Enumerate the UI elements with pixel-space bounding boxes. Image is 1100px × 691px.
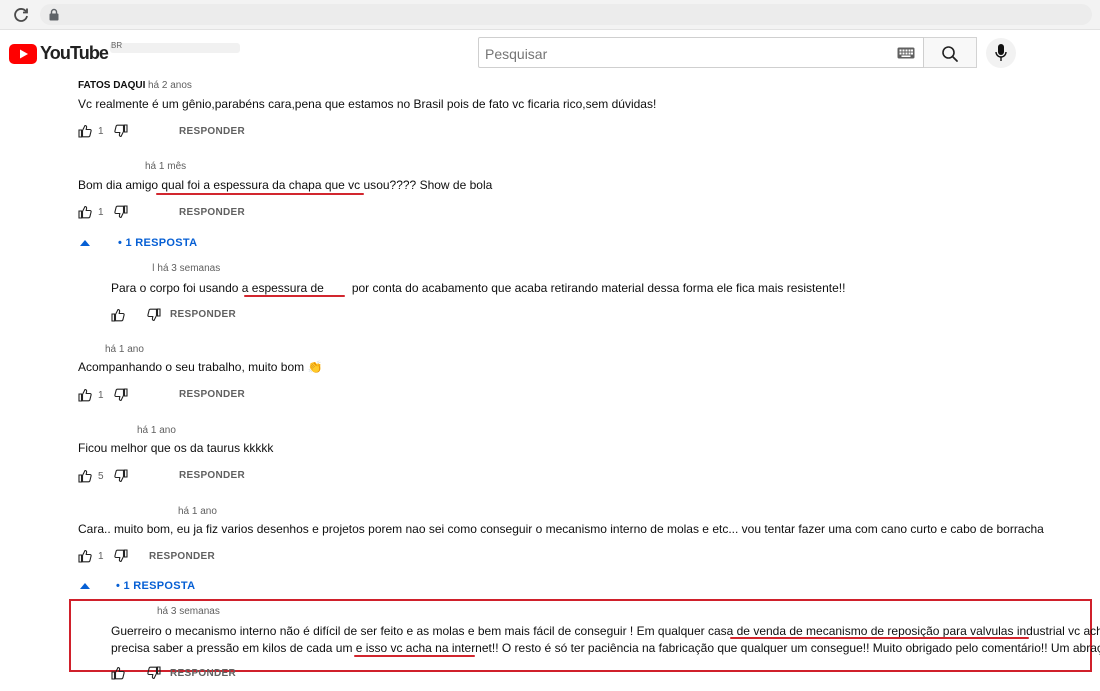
comment-time[interactable]: há 2 anos [148,80,192,91]
dislike-icon[interactable] [114,388,128,402]
reply-button[interactable]: RESPONDER [170,309,236,320]
annotation-underline [730,637,1029,639]
like-count: 1 [98,389,104,401]
address-bar[interactable] [40,4,1092,25]
dislike-icon[interactable] [147,666,161,680]
comment-time[interactable]: há 3 semanas [157,606,220,617]
like-icon[interactable] [78,549,92,563]
reply-button[interactable]: RESPONDER [149,551,215,562]
reply-button[interactable]: RESPONDER [170,668,236,679]
like-icon[interactable] [111,308,125,322]
comment-text: precisa saber a pressão em kilos de cada… [111,640,1100,657]
annotation-underline [244,295,345,297]
keyboard-icon[interactable] [897,47,915,59]
chevron-up-icon [80,240,90,246]
replies-count: • 1 RESPOSTA [116,580,196,592]
lock-icon [49,8,59,21]
replies-count: • 1 RESPOSTA [118,237,198,249]
comment-actions [111,307,161,323]
comment-text-part: precisa saber a pressão em kilos de cada… [111,641,366,655]
comment-text-part: Guerreiro o mecanismo interno não é difí… [111,624,754,638]
like-icon[interactable] [78,469,92,483]
voice-search-button[interactable] [986,38,1016,68]
browser-toolbar [0,0,1100,30]
comment-text: Ficou melhor que os da taurus kkkkk [78,441,274,455]
comment-time[interactable]: há 1 ano [178,506,217,517]
chevron-up-icon [80,583,90,589]
comment-author[interactable]: FATOS DAQUI [78,80,145,91]
comment-text: Para o corpo foi usando a espessura de po… [111,280,845,297]
comment-text: Vc realmente é um gênio,parabéns cara,pe… [78,97,657,111]
replies-toggle[interactable]: • 1 RESPOSTA [80,237,197,249]
comment-text-highlighted: qual foi a espessura da chapa que vc us [161,178,377,192]
like-count: 5 [98,470,104,482]
like-count: 1 [98,206,104,218]
dislike-icon[interactable] [114,469,128,483]
reply-button[interactable]: RESPONDER [179,389,245,400]
comment-time[interactable]: há 1 ano [105,344,144,355]
like-count: 1 [98,550,104,562]
replies-toggle[interactable]: • 1 RESPOSTA [80,580,195,592]
comment-time[interactable]: ǀ há 3 semanas [152,263,220,274]
comment-actions: 5 [78,468,128,484]
comment-text-highlighted: isso vc acha na internet [365,641,492,655]
reload-icon[interactable] [12,6,30,24]
comment-time-text: há 3 semanas [157,263,221,274]
comment-actions [111,665,161,681]
dislike-icon[interactable] [114,205,128,219]
comment-actions: 1 [78,548,128,564]
comment-actions: 1 [78,387,128,403]
annotation-underline [354,655,475,657]
faded-header-element [110,43,240,53]
youtube-wordmark: YouTube [40,43,109,63]
search-icon [942,46,958,62]
like-count: 1 [98,125,104,137]
like-icon[interactable] [78,388,92,402]
comment-text-part: por conta do acabamento que acaba retira… [351,281,846,295]
comment-text-part: ou???? Show de bola [376,178,493,192]
dislike-icon[interactable] [114,124,128,138]
comment-text-part: Para o corpo foi usando a [111,281,252,295]
comment-text: Cara.. muito bom, eu ja fiz varios desen… [78,522,1044,536]
comment-text-part: vc acha só [1068,624,1100,638]
youtube-play-icon [9,44,37,64]
search-input[interactable] [483,38,887,69]
comment-time[interactable]: há 1 mês [145,161,186,172]
comment-time[interactable]: há 1 ano [137,425,176,436]
comment-actions: 1 [78,123,128,139]
reply-button[interactable]: RESPONDER [179,470,245,481]
youtube-logo[interactable]: YouTube BR [9,41,122,64]
comment-text-part: !! O resto é só ter paciência na fabrica… [491,641,1100,655]
reply-button[interactable]: RESPONDER [179,207,245,218]
like-icon[interactable] [78,124,92,138]
youtube-header: YouTube BR [0,30,1100,76]
comment-text: Acompanhando o seu trabalho, muito bom 👏 [78,360,323,374]
comment-text: Bom dia amigo qual foi a espessura da ch… [78,177,492,194]
comment-text-highlighted: espessura de [251,281,324,295]
comment-text-part: Bom dia amigo [78,178,162,192]
dislike-icon[interactable] [147,308,161,322]
microphone-icon [995,44,1007,61]
search-button[interactable] [924,37,977,68]
comment-text-highlighted: venda de mecanismo de reposição para val… [753,624,1065,638]
comment-actions: 1 [78,204,128,220]
like-icon[interactable] [111,666,125,680]
like-icon[interactable] [78,205,92,219]
annotation-underline [156,193,364,195]
dislike-icon[interactable] [114,549,128,563]
reply-button[interactable]: RESPONDER [179,126,245,137]
search-box[interactable] [478,37,924,69]
